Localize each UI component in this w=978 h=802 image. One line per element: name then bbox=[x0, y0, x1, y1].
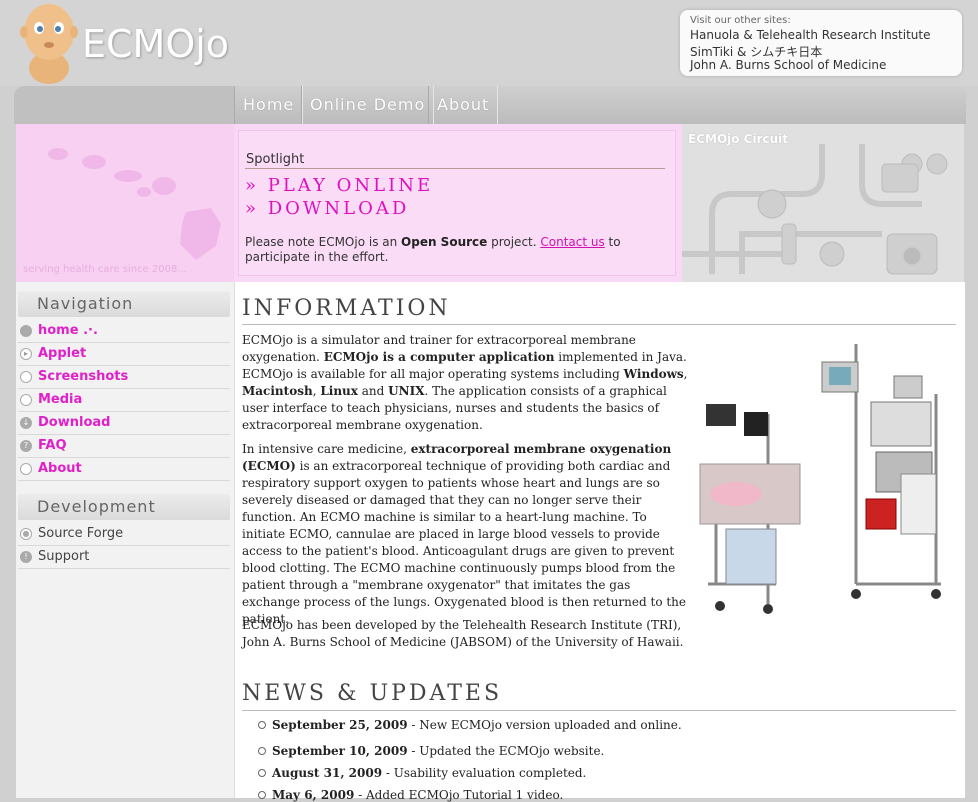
note-bold: Open Source bbox=[401, 235, 488, 249]
nav-item-label: FAQ bbox=[38, 438, 67, 453]
text-bold: UNIX bbox=[388, 384, 425, 398]
news-title: NEWS & UPDATES bbox=[242, 681, 503, 706]
news-text: - Updated the ECMOjo website. bbox=[407, 744, 605, 758]
news-text: - New ECMOjo version uploaded and online… bbox=[407, 718, 682, 732]
spotlight-divider bbox=[245, 168, 665, 169]
development-heading: Development bbox=[18, 494, 230, 520]
news-date: May 6, 2009 bbox=[272, 788, 355, 802]
other-site-link[interactable]: John A. Burns School of Medicine bbox=[690, 58, 886, 72]
baby-mascot-logo[interactable] bbox=[18, 2, 80, 84]
nav-item-download[interactable]: ↓ Download bbox=[18, 412, 230, 435]
news-text: - Usability evaluation completed. bbox=[382, 766, 587, 780]
text-bold: Macintosh bbox=[242, 384, 313, 398]
hawaii-map-banner: serving health care since 2008... bbox=[16, 124, 234, 282]
text-bold: Windows bbox=[623, 367, 684, 381]
dev-item-label: Source Forge bbox=[38, 526, 124, 541]
info-paragraph-3: ECMOjo has been developed by the Telehea… bbox=[242, 618, 684, 649]
open-source-note: Please note ECMOjo is an Open Source pro… bbox=[245, 235, 670, 265]
tab-about[interactable]: About bbox=[428, 86, 499, 124]
download-icon: ↓ bbox=[20, 417, 32, 429]
information-title: INFORMATION bbox=[242, 296, 451, 321]
text-bold: ECMOjo is a computer application bbox=[323, 350, 555, 364]
circle-icon bbox=[20, 371, 32, 383]
download-link[interactable]: » DOWNLOAD bbox=[245, 198, 409, 219]
news-date: September 10, 2009 bbox=[272, 744, 408, 758]
sidebar: Navigation home .·. ▸ Applet Screenshots… bbox=[16, 282, 234, 798]
ecmo-circuit-illustration bbox=[682, 144, 948, 275]
site-header: ECMOjo Visit our other sites: Hanuola & … bbox=[0, 0, 978, 86]
nav-item-label: home .·. bbox=[38, 323, 98, 338]
nav-item-label: Media bbox=[38, 392, 83, 407]
ecmo-circuit-banner: ECMOjo Circuit bbox=[682, 124, 964, 282]
text-bold: Linux bbox=[320, 384, 358, 398]
other-sites-box: Visit our other sites: Hanuola & Telehea… bbox=[680, 10, 962, 76]
news-date: August 31, 2009 bbox=[272, 766, 383, 780]
note-text: Please note ECMOjo is an bbox=[245, 235, 402, 249]
nav-item-label: Screenshots bbox=[38, 369, 129, 384]
navigation-heading-text: Navigation bbox=[37, 294, 134, 313]
info-paragraph-2: In intensive care medicine, extracorpore… bbox=[242, 441, 692, 628]
navigation-heading: Navigation bbox=[18, 291, 230, 317]
main-tab-bar: Home Online Demo About bbox=[14, 86, 966, 124]
nav-item-label: About bbox=[38, 461, 82, 476]
news-date: September 25, 2009 bbox=[272, 718, 408, 732]
other-sites-heading: Visit our other sites: bbox=[690, 15, 791, 26]
nav-item-applet[interactable]: ▸ Applet bbox=[18, 343, 230, 366]
site-logo-text[interactable]: ECMOjo bbox=[82, 22, 229, 66]
nav-item-label: Applet bbox=[38, 346, 87, 361]
info-icon: ! bbox=[20, 551, 32, 563]
bullet-icon bbox=[258, 769, 266, 777]
text: In intensive care medicine, bbox=[242, 442, 411, 456]
dev-item-label: Support bbox=[38, 549, 90, 564]
nav-item-faq[interactable]: ? FAQ bbox=[18, 435, 230, 458]
info-paragraph-1: ECMOjo is a simulator and trainer for ex… bbox=[242, 332, 692, 434]
nav-item-home[interactable]: home .·. bbox=[18, 320, 230, 343]
circle-icon bbox=[20, 463, 32, 475]
play-icon: ▸ bbox=[20, 348, 32, 360]
circle-icon bbox=[20, 394, 32, 406]
news-text: - Added ECMOjo Tutorial 1 video. bbox=[354, 788, 564, 802]
tab-bar-spacer bbox=[14, 86, 234, 124]
hawaii-islands-map bbox=[48, 148, 221, 260]
nav-item-media[interactable]: Media bbox=[18, 389, 230, 412]
information-divider bbox=[242, 324, 956, 325]
dev-item-support[interactable]: ! Support bbox=[18, 546, 230, 569]
note-text: project. bbox=[487, 235, 541, 249]
bullet-icon bbox=[258, 747, 266, 755]
dev-item-source-forge[interactable]: ● Source Forge bbox=[18, 523, 230, 546]
text: is an extracorporeal technique of provid… bbox=[242, 459, 687, 626]
tagline: serving health care since 2008... bbox=[23, 264, 187, 275]
development-heading-text: Development bbox=[37, 497, 156, 516]
nav-item-about[interactable]: About bbox=[18, 458, 230, 481]
home-icon bbox=[20, 325, 32, 337]
other-site-link[interactable]: Hanuola & Telehealth Research Institute bbox=[690, 28, 931, 42]
tab-home[interactable]: Home bbox=[234, 86, 304, 124]
contact-us-link[interactable]: Contact us bbox=[540, 235, 604, 249]
tab-online-demo[interactable]: Online Demo bbox=[301, 86, 435, 124]
news-divider bbox=[242, 710, 956, 711]
text: , bbox=[683, 367, 688, 381]
text: and bbox=[357, 384, 389, 398]
target-icon: ● bbox=[20, 528, 32, 540]
nav-item-screenshots[interactable]: Screenshots bbox=[18, 366, 230, 389]
ecmo-circuit-caption: ECMOjo Circuit bbox=[688, 132, 789, 146]
nav-item-label: Download bbox=[38, 415, 111, 430]
play-online-link[interactable]: » PLAY ONLINE bbox=[245, 175, 433, 196]
spotlight-title: Spotlight bbox=[246, 152, 305, 167]
bullet-icon bbox=[258, 721, 266, 729]
ecmo-machine-photo bbox=[696, 334, 958, 616]
question-icon: ? bbox=[20, 440, 32, 452]
